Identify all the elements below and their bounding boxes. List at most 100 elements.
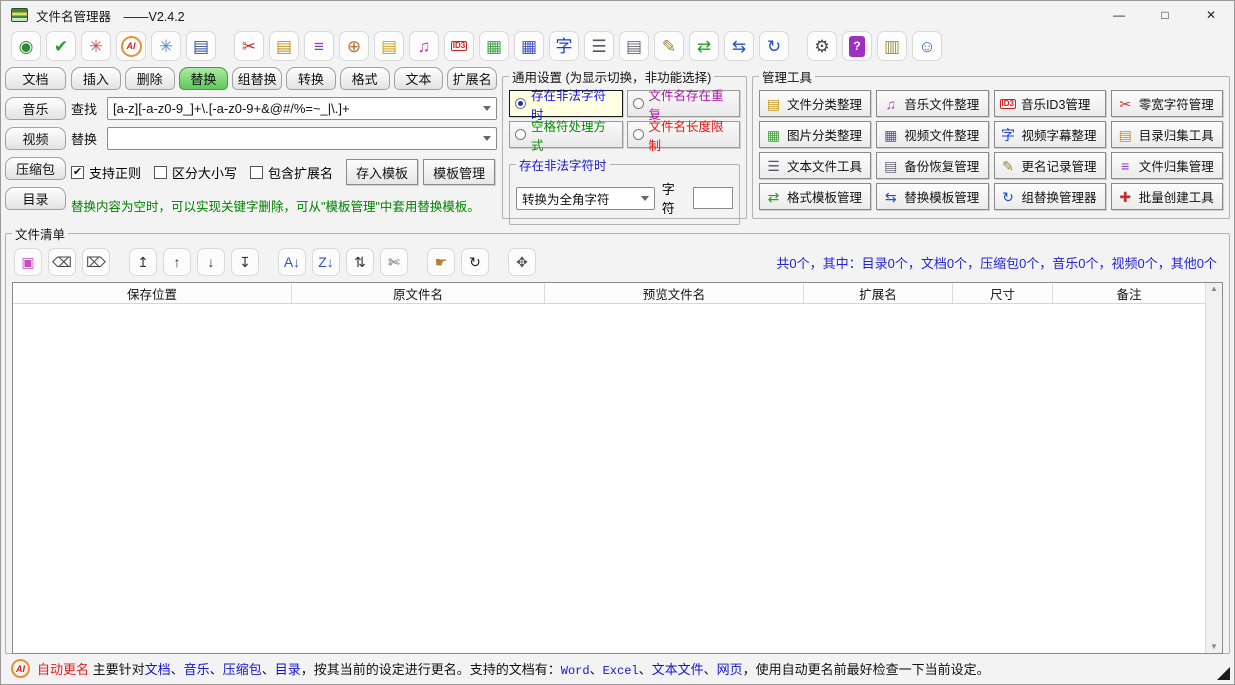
column-header-original-name[interactable]: 原文件名 (292, 283, 545, 303)
tool-group-replace-button[interactable]: ↻组替换管理器 (994, 183, 1106, 210)
option-illegal-chars[interactable]: 存在非法字符时 (509, 90, 623, 117)
log-button[interactable]: ▥ (877, 31, 907, 61)
move-top-button[interactable]: ↥ (129, 248, 157, 276)
about-button[interactable]: ☺ (912, 31, 942, 61)
spread-files-button[interactable]: ✥ (508, 248, 536, 276)
tool-music-id3-button[interactable]: ID3音乐ID3管理 (994, 90, 1106, 117)
file-classify-button[interactable]: ▤ (374, 31, 404, 61)
hand-pick-button[interactable]: ☛ (427, 248, 455, 276)
tab-extension[interactable]: 扩展名 (447, 67, 497, 90)
music-file-button[interactable]: ♫ (409, 31, 439, 61)
help-button[interactable]: ? (842, 31, 872, 61)
replace-dropdown-arrow[interactable] (478, 128, 496, 149)
clear-list-button[interactable]: ⌦ (82, 248, 110, 276)
scroll-up-icon[interactable]: ▲ (1210, 285, 1218, 293)
close-button[interactable]: ✕ (1188, 1, 1234, 29)
tab-group-replace[interactable]: 组替换 (232, 67, 282, 90)
delete-item-button[interactable]: ⌫ (48, 248, 76, 276)
reverse-order-button[interactable]: ⇅ (346, 248, 374, 276)
music-id3-button[interactable]: ID3 (444, 31, 474, 61)
find-dropdown-arrow[interactable] (478, 98, 496, 119)
case-sensitive-checkbox[interactable]: 区分大小写 (154, 163, 237, 182)
option-space-handling[interactable]: 空格符处理方式 (509, 121, 623, 148)
tab-replace[interactable]: 替换 (179, 67, 229, 90)
tool-batch-create-button[interactable]: ✚批量创建工具 (1111, 183, 1223, 210)
tool-image-classify-button[interactable]: ▦图片分类整理 (759, 121, 871, 148)
column-header-save-location[interactable]: 保存位置 (13, 283, 292, 303)
tab-directory[interactable]: 目录 (5, 187, 66, 210)
group-replace-button[interactable]: ↻ (759, 31, 789, 61)
undo-button[interactable]: ✳ (81, 31, 111, 61)
tool-replace-template-button[interactable]: ⇆替换模板管理 (876, 183, 988, 210)
resize-grip[interactable] (1217, 667, 1230, 680)
save-scheme-button[interactable]: ▤ (186, 31, 216, 61)
dir-collect-button[interactable]: ▤ (269, 31, 299, 61)
apply-button[interactable]: ✔ (46, 31, 76, 61)
regex-checkbox[interactable]: ✔ 支持正则 (71, 163, 141, 182)
sort-za-button[interactable]: Z↓ (312, 248, 340, 276)
column-header-size[interactable]: 尺寸 (953, 283, 1053, 303)
char-input[interactable] (693, 187, 733, 209)
preview-button[interactable]: ◉ (11, 31, 41, 61)
tool-format-template-button[interactable]: ⇄格式模板管理 (759, 183, 871, 210)
image-classify-button[interactable]: ▦ (479, 31, 509, 61)
tab-format[interactable]: 格式 (340, 67, 390, 90)
tab-document[interactable]: 文档 (5, 67, 66, 90)
move-up-button[interactable]: ↑ (163, 248, 191, 276)
copy-list-button[interactable]: ▣ (14, 248, 42, 276)
file-collect-button[interactable]: ≡ (304, 31, 334, 61)
tool-file-collect-button[interactable]: ≡文件归集管理 (1111, 152, 1223, 179)
random-order-button[interactable]: ✄ (380, 248, 408, 276)
column-header-extension[interactable]: 扩展名 (804, 283, 953, 303)
save-template-button[interactable]: 存入模板 (346, 159, 418, 185)
find-input[interactable] (108, 101, 478, 116)
tab-text[interactable]: 文本 (394, 67, 444, 90)
backup-restore-button[interactable]: ▤ (619, 31, 649, 61)
replace-input[interactable] (108, 131, 478, 146)
format-template-button[interactable]: ⇄ (689, 31, 719, 61)
tab-music[interactable]: 音乐 (5, 97, 66, 120)
vertical-scrollbar[interactable]: ▲ ▼ (1205, 283, 1222, 653)
redo-button[interactable]: ✳ (151, 31, 181, 61)
sort-az-button[interactable]: A↓ (278, 248, 306, 276)
move-bottom-button[interactable]: ↧ (231, 248, 259, 276)
tab-insert[interactable]: 插入 (71, 67, 121, 90)
illegal-char-mode-select[interactable]: 转换为全角字符 (516, 187, 655, 210)
rename-record-button[interactable]: ✎ (654, 31, 684, 61)
option-duplicate-name[interactable]: 文件名存在重复 (627, 90, 741, 117)
scroll-down-icon[interactable]: ▼ (1210, 643, 1218, 651)
batch-create-button[interactable]: ⊕ (339, 31, 369, 61)
replace-template-button[interactable]: ⇆ (724, 31, 754, 61)
include-extension-checkbox[interactable]: 包含扩展名 (250, 163, 333, 182)
option-length-limit[interactable]: 文件名长度限制 (627, 121, 741, 148)
tool-rename-record-button[interactable]: ✎更名记录管理 (994, 152, 1106, 179)
tab-delete[interactable]: 删除 (125, 67, 175, 90)
settings-button[interactable]: ⚙ (807, 31, 837, 61)
tab-video[interactable]: 视频 (5, 127, 66, 150)
tool-file-classify-button[interactable]: ▤文件分类整理 (759, 90, 871, 117)
video-subtitle-button[interactable]: 字 (549, 31, 579, 61)
tab-archive[interactable]: 压缩包 (5, 157, 66, 180)
tool-video-subtitle-button[interactable]: 字视频字幕整理 (994, 121, 1106, 148)
text-file-button[interactable]: ☰ (584, 31, 614, 61)
zero-width-char-button[interactable]: ✂ (234, 31, 264, 61)
video-file-button[interactable]: ▦ (514, 31, 544, 61)
maximize-button[interactable]: □ (1142, 1, 1188, 29)
tool-video-organize-button[interactable]: ▦视频文件整理 (876, 121, 988, 148)
manage-template-button[interactable]: 模板管理 (423, 159, 495, 185)
tool-backup-restore-button[interactable]: ▤备份恢复管理 (876, 152, 988, 179)
refresh-list-button[interactable]: ↻ (461, 248, 489, 276)
tab-convert[interactable]: 转换 (286, 67, 336, 90)
tool-zero-width-button[interactable]: ✂零宽字符管理 (1111, 90, 1223, 117)
tool-dir-collect-button[interactable]: ▤目录归集工具 (1111, 121, 1223, 148)
folder-collect-icon: ▤ (1117, 128, 1134, 142)
column-header-note[interactable]: 备注 (1053, 283, 1205, 303)
move-down-button[interactable]: ↓ (197, 248, 225, 276)
ai-badge-icon: AI (11, 659, 30, 678)
ai-rename-button[interactable]: AI (116, 31, 146, 61)
column-header-preview-name[interactable]: 预览文件名 (545, 283, 804, 303)
tool-music-organize-button[interactable]: ♫音乐文件整理 (876, 90, 988, 117)
minimize-button[interactable]: — (1096, 1, 1142, 29)
batch-create-icon: ⊕ (347, 38, 361, 55)
tool-text-file-button[interactable]: ☰文本文件工具 (759, 152, 871, 179)
